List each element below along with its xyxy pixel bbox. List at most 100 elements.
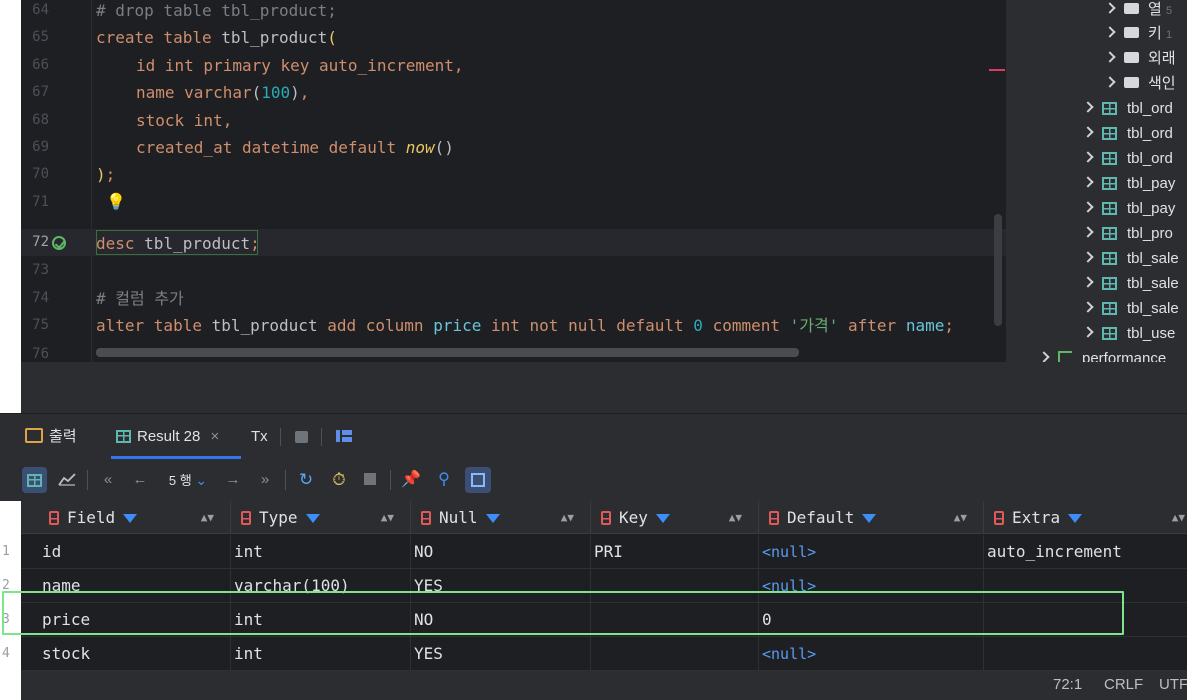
tree-table[interactable]: tbl_ord [1082,121,1173,146]
horizontal-scrollbar[interactable] [96,348,799,357]
file-encoding[interactable]: UTF [1159,664,1187,700]
keyword: int not null default [491,316,684,335]
code-line[interactable]: 65 create table tbl_product( [21,24,1006,51]
stop-button[interactable] [360,459,380,501]
filter-icon[interactable] [485,514,500,523]
row-number[interactable]: 1 [0,535,21,569]
code-line[interactable]: 64 # drop table tbl_product; [21,0,1006,24]
code-line[interactable]: 68 stock int, [21,107,1006,134]
cell-field[interactable]: id [39,535,231,569]
search-button[interactable]: ⚲ [433,459,455,501]
cell-type[interactable]: int [231,637,411,671]
tree-table[interactable]: tbl_ord [1082,146,1173,171]
database-tree[interactable]: 열 5 키 1 외래 색인 tbl_ord tbl_ord tbl_ord tb… [1006,0,1187,362]
string-literal: '가격' [789,316,839,335]
filter-icon [471,473,485,487]
tree-table[interactable]: tbl_sale [1082,271,1179,296]
tab-output[interactable]: 출력 [25,414,77,459]
tree-folder-columns[interactable]: 열 5 [1104,0,1173,22]
results-grid[interactable]: Field ▲▼ Type ▲▼ Null ▲▼ Key ▲▼ Default ▲▼ Ex… [21,501,1187,671]
code-line[interactable]: 75 alter table tbl_product add column pr… [21,312,1006,339]
tree-table[interactable]: tbl_pro [1082,221,1173,246]
cell-key[interactable] [591,637,759,671]
code-line[interactable]: 73 [21,257,1006,284]
page-size-selector[interactable]: 5 행 ⌄ [161,459,215,501]
first-page-button[interactable]: « [98,459,118,501]
tree-table[interactable]: tbl_use [1082,321,1175,346]
sort-icon[interactable]: ▲▼ [729,501,742,534]
tree-table[interactable]: tbl_sale [1082,296,1179,321]
tree-table[interactable]: tbl_sale [1082,246,1179,271]
filter-button[interactable] [465,467,491,493]
sort-icon[interactable]: ▲▼ [381,501,394,534]
vertical-scrollbar[interactable] [994,214,1002,326]
tree-table[interactable]: tbl_ord [1082,96,1173,121]
table-view-button[interactable] [22,467,47,493]
sql-editor[interactable]: 64 # drop table tbl_product; 65 create t… [21,0,1006,362]
cell-null[interactable]: YES [411,637,591,671]
tree-folder-keys[interactable]: 키 1 [1104,21,1172,46]
column-header-field[interactable]: Field ▲▼ [39,501,231,534]
line-ending[interactable]: CRLF [1104,664,1143,700]
cursor-position[interactable]: 72:1 [1053,664,1082,700]
code-line[interactable]: 69 created_at datetime default now() [21,134,1006,161]
error-stripe-marker[interactable] [989,69,1005,71]
cell-null[interactable]: NO [411,535,591,569]
previous-page-button[interactable]: ← [130,459,150,501]
close-icon[interactable]: × [211,428,220,445]
table-icon [1102,327,1117,340]
code-line-active[interactable]: 72 desc tbl_product; [21,229,1006,256]
cell-type[interactable]: int [231,535,411,569]
filter-icon[interactable] [862,514,877,523]
sort-icon[interactable]: ▲▼ [1172,501,1185,534]
sort-icon[interactable]: ▲▼ [954,501,967,534]
code-line[interactable]: 74 # 컬럼 추가 [21,285,1006,312]
cell-extra[interactable]: auto_increment [984,535,1187,569]
code-line[interactable]: 67 name varchar(100), [21,79,1006,106]
cell-default[interactable]: <null> [759,637,984,671]
column-header-key[interactable]: Key ▲▼ [591,501,759,534]
tab-tx[interactable]: Tx [251,414,268,459]
cell-field[interactable]: stock [39,637,231,671]
history-button[interactable]: ⏱ [328,459,350,501]
cell-default[interactable]: <null> [759,535,984,569]
code-line[interactable]: 70 ); [21,161,1006,188]
refresh-button[interactable]: ↻ [296,459,316,501]
cell-key[interactable]: PRI [591,535,759,569]
folder-icon [1124,3,1139,14]
tree-folder-indexes[interactable]: 색인 [1104,71,1176,96]
code-line[interactable]: 66 id int primary key auto_increment, [21,52,1006,79]
chart-view-button[interactable] [55,459,79,501]
last-page-button[interactable]: » [255,459,275,501]
column-header-null[interactable]: Null ▲▼ [411,501,591,534]
table-row[interactable]: stock int YES <null> [21,637,1187,671]
tree-count: 5 [1165,5,1173,17]
lightbulb-icon[interactable]: 💡 [106,193,126,211]
sort-icon[interactable]: ▲▼ [201,501,214,534]
cell-extra[interactable] [984,637,1187,671]
tree-table[interactable]: tbl_pay [1082,196,1175,221]
tab-result[interactable]: Result 28 × [116,414,219,459]
filter-icon[interactable] [123,514,138,523]
filter-icon[interactable] [1068,514,1083,523]
filter-icon[interactable] [305,514,320,523]
layout-icon[interactable] [336,430,352,442]
keyword: varchar [184,83,252,102]
keyword: stock int [136,111,223,130]
tree-schema[interactable]: performance [1038,346,1166,362]
column-header-default[interactable]: Default ▲▼ [759,501,984,534]
check-circle-icon[interactable] [52,236,66,250]
row-number[interactable]: 4 [0,637,21,671]
column-header-type[interactable]: Type ▲▼ [231,501,411,534]
stop-icon[interactable] [295,431,308,443]
next-page-button[interactable]: → [223,459,243,501]
tree-table[interactable]: tbl_pay [1082,171,1175,196]
code-line[interactable]: 71 💡 [21,189,1006,216]
keyword: alter table [96,316,202,335]
sort-icon[interactable]: ▲▼ [561,501,574,534]
pin-button[interactable]: 📌 [401,459,421,501]
column-header-extra[interactable]: Extra ▲▼ [984,501,1187,534]
table-row[interactable]: id int NO PRI <null> auto_increment [21,535,1187,569]
filter-icon[interactable] [655,514,670,523]
tree-folder-foreign[interactable]: 외래 [1104,46,1176,71]
